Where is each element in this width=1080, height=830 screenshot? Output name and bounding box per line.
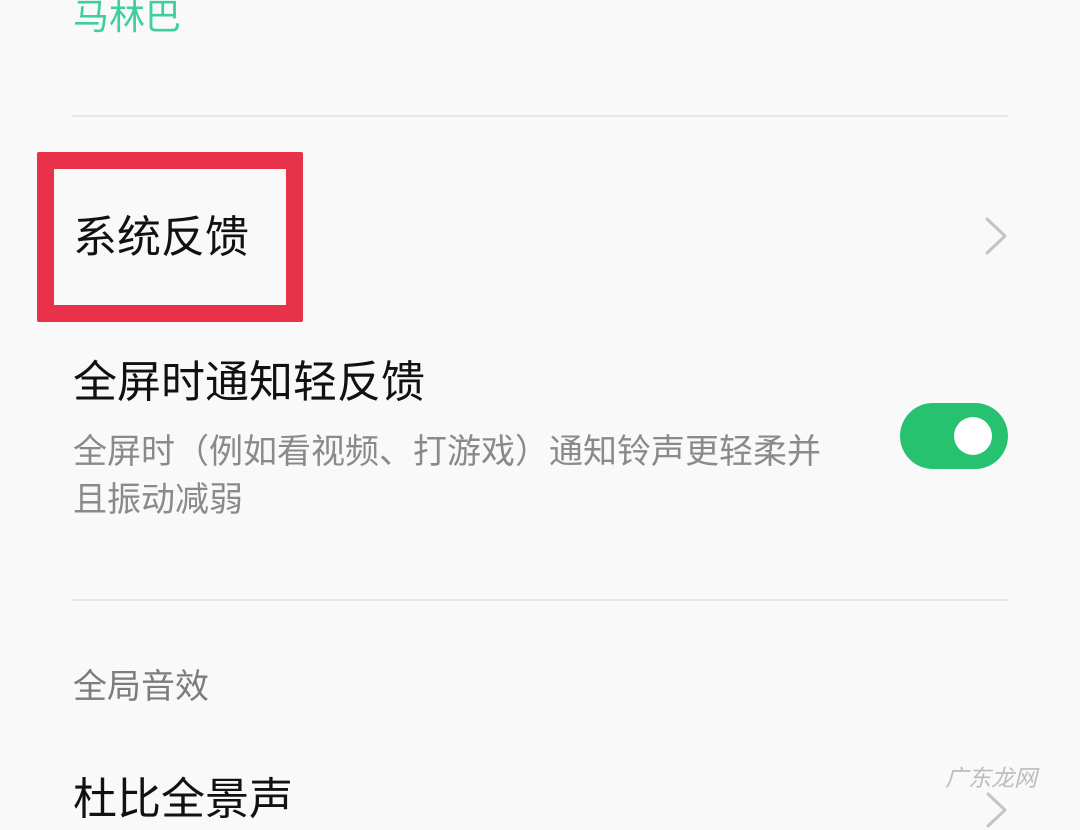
section-header-global-audio: 全局音效	[73, 667, 209, 707]
dolby-atmos-label[interactable]: 杜比全景声	[73, 772, 293, 828]
system-feedback-label[interactable]: 系统反馈	[73, 210, 249, 266]
divider	[72, 599, 1008, 601]
ringtone-value[interactable]: 马林巴	[73, 0, 181, 42]
divider	[72, 115, 1008, 117]
toggle-knob	[954, 417, 992, 455]
chevron-right-icon[interactable]	[980, 214, 1010, 258]
watermark: 广东龙网	[945, 766, 1037, 792]
fullscreen-notify-title: 全屏时通知轻反馈	[73, 357, 425, 408]
chevron-right-icon[interactable]	[982, 790, 1010, 830]
fullscreen-notify-description: 全屏时（例如看视频、打游戏）通知铃声更轻柔并且振动减弱	[73, 432, 821, 520]
fullscreen-notify-toggle[interactable]	[900, 403, 1008, 469]
